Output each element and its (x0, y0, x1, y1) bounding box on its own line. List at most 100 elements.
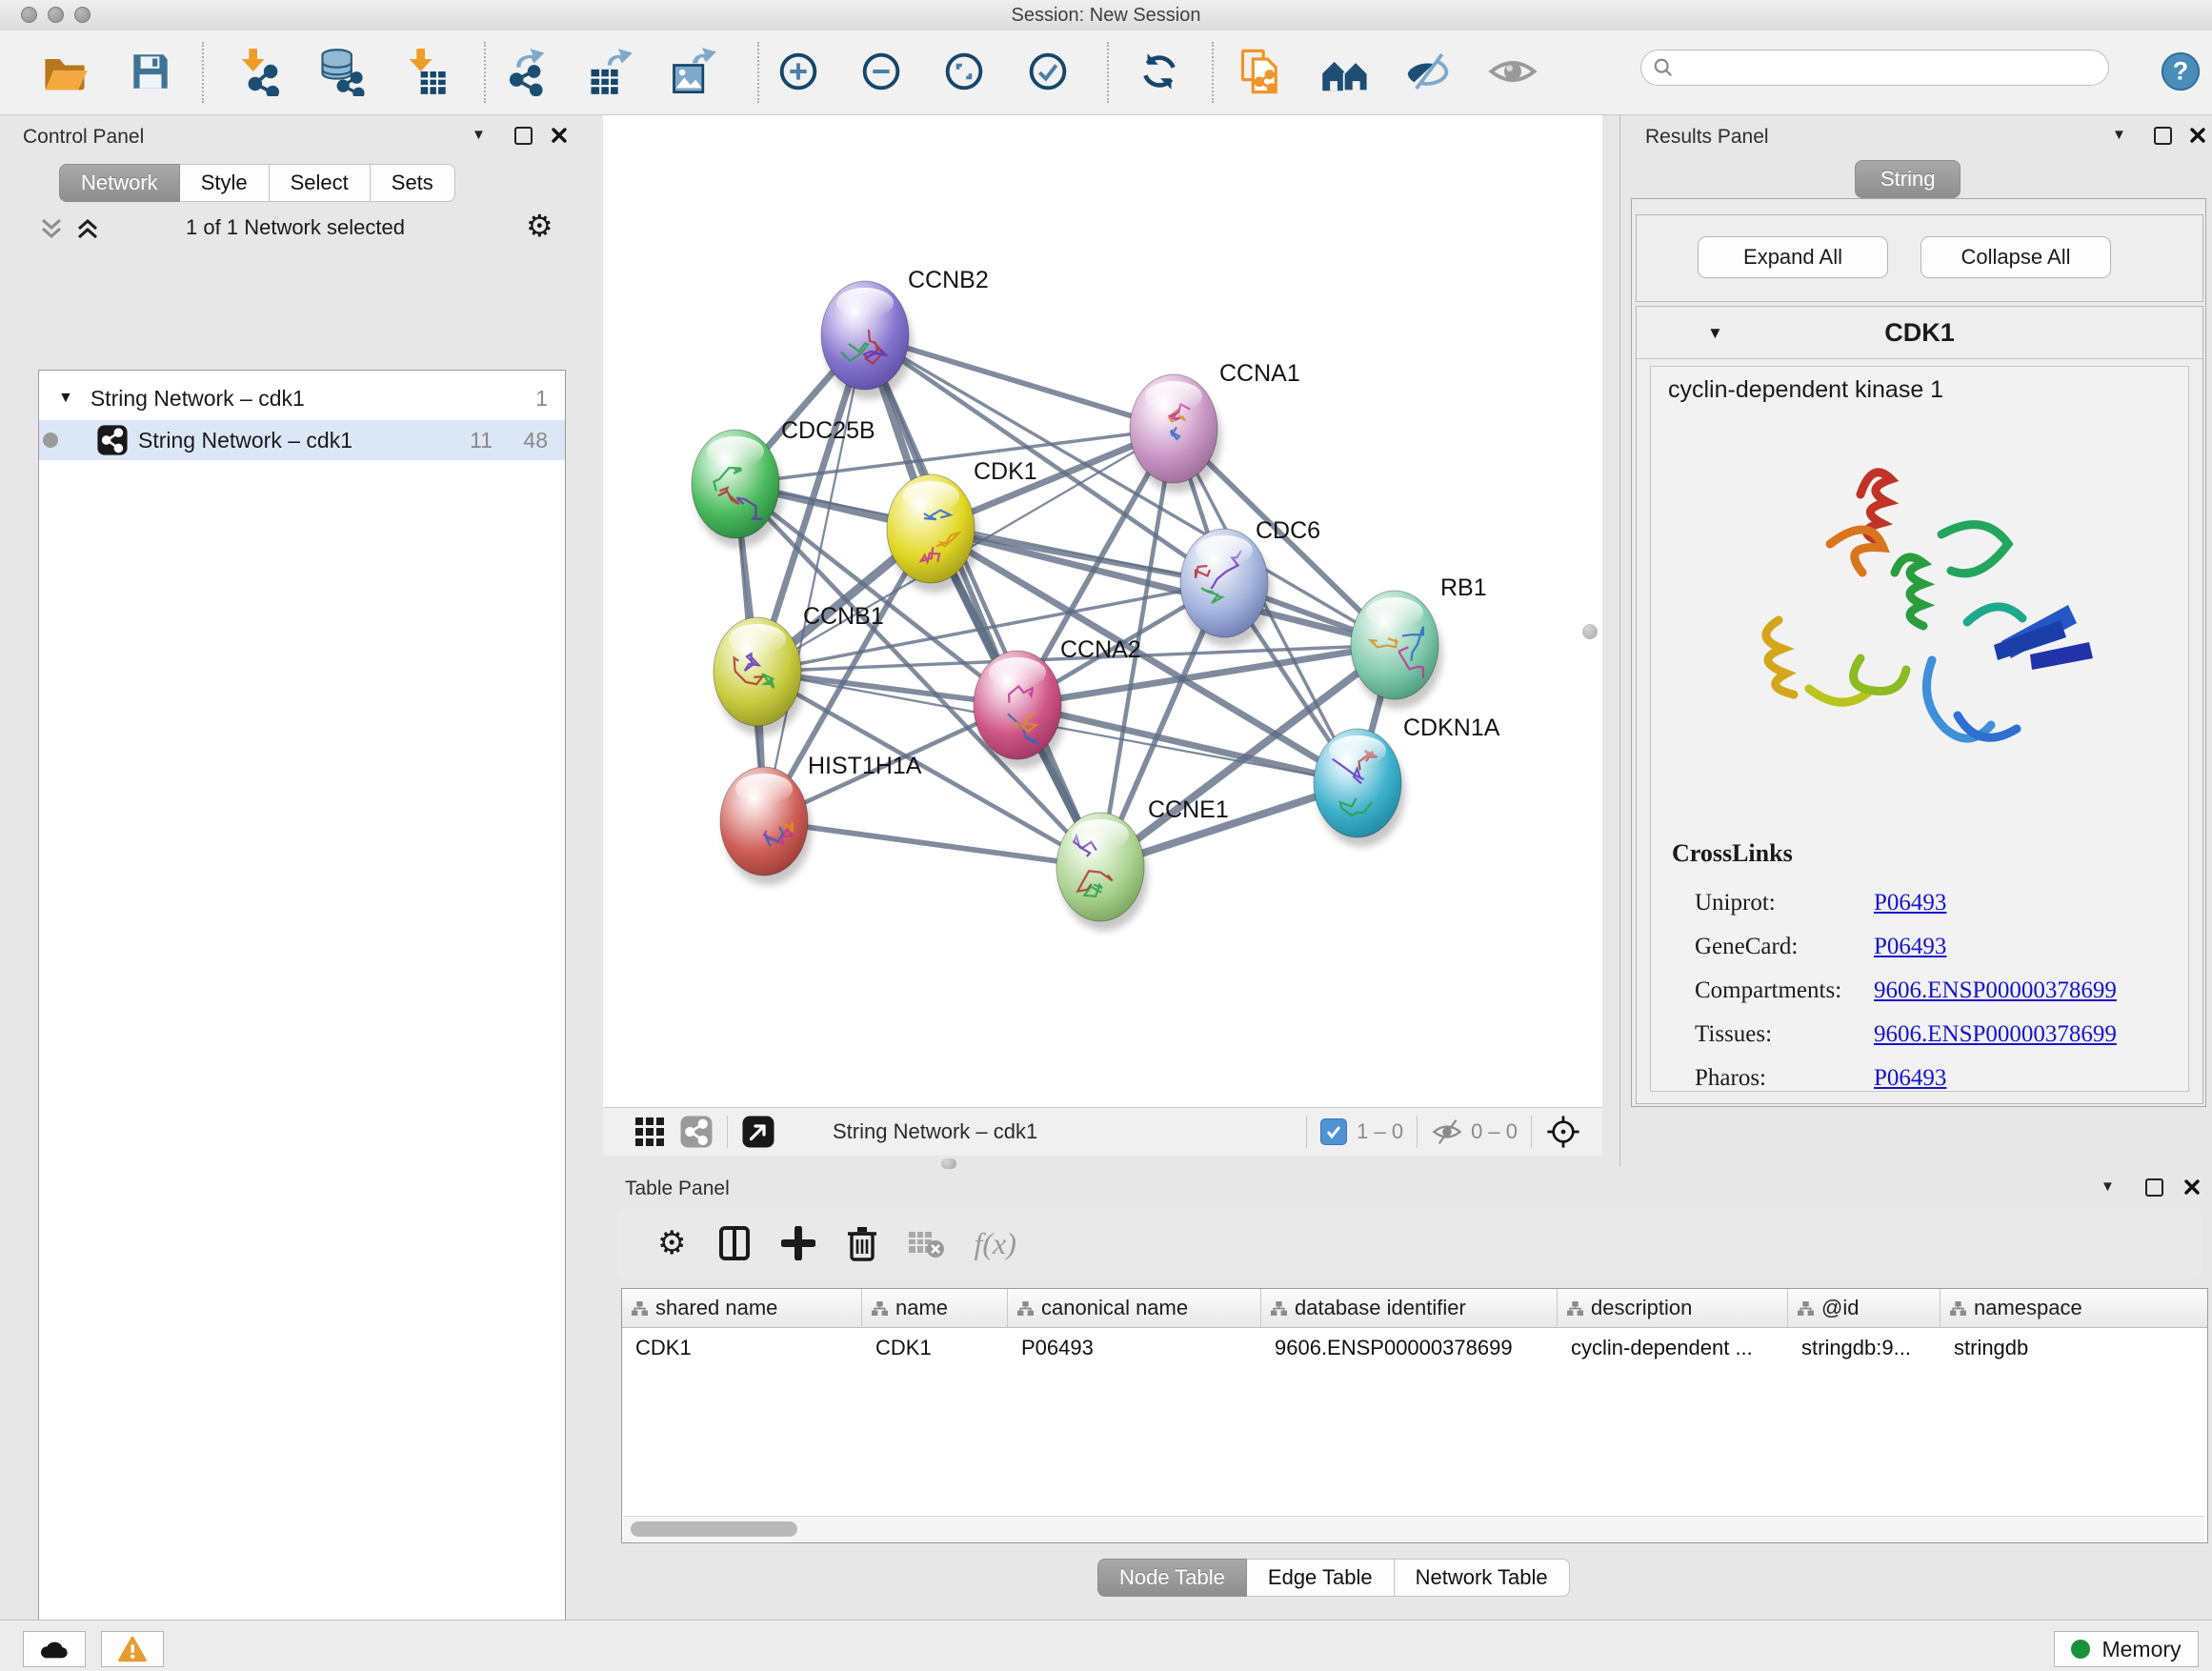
save-session-button[interactable] (123, 44, 178, 99)
open-session-button[interactable] (37, 44, 92, 99)
collection-expand-icon[interactable]: ▼ (58, 390, 73, 407)
tab-network-table[interactable]: Network Table (1395, 1559, 1570, 1597)
crosslink-link[interactable]: P06493 (1874, 934, 1946, 960)
network-node-CDC6[interactable] (1180, 529, 1272, 647)
network-node-RB1[interactable] (1351, 591, 1442, 709)
panel-menu-icon[interactable]: ▼ (2112, 127, 2126, 143)
toolbar-divider (1531, 1116, 1532, 1148)
table-cell[interactable]: CDK1 (862, 1328, 1008, 1364)
clone-network-button[interactable] (1234, 44, 1289, 99)
network-edge-CDK1-RB1[interactable] (931, 529, 1395, 645)
network-edge-HIST1H1A-CCNE1[interactable] (764, 821, 1100, 867)
column-header-label: database identifier (1295, 1296, 1466, 1320)
import-network-from-file-button[interactable] (230, 44, 285, 99)
show-hide-graphics-button[interactable] (1399, 44, 1455, 99)
crosslink-link[interactable]: P06493 (1874, 1065, 1946, 1092)
delete-column-trash-icon[interactable] (846, 1224, 878, 1262)
table-cell[interactable]: 9606.ENSP00000378699 (1261, 1328, 1558, 1364)
add-column-icon[interactable] (781, 1226, 815, 1260)
network-node-CDKN1A[interactable] (1314, 729, 1405, 847)
expand-all-networks-icon[interactable] (74, 217, 101, 240)
table-row[interactable]: CDK1CDK1P064939606.ENSP00000378699cyclin… (622, 1328, 2207, 1364)
zoom-in-button[interactable] (771, 44, 826, 99)
tab-sets[interactable]: Sets (371, 164, 455, 202)
collapse-all-networks-icon[interactable] (38, 217, 65, 240)
network-node-HIST1H1A[interactable] (720, 767, 812, 885)
export-table-button[interactable] (582, 44, 637, 99)
panel-float-icon[interactable] (2145, 1178, 2163, 1197)
memory-button[interactable]: Memory (2054, 1631, 2199, 1667)
tab-edge-table[interactable]: Edge Table (1247, 1559, 1395, 1597)
tab-network[interactable]: Network (59, 164, 180, 202)
crosslink-link[interactable]: 9606.ENSP00000378699 (1874, 1021, 2117, 1048)
network-options-gear-icon[interactable]: ⚙ (526, 208, 553, 244)
panel-float-icon[interactable] (2154, 127, 2172, 145)
tab-string[interactable]: String (1855, 160, 1961, 198)
help-button[interactable]: ? (2153, 44, 2208, 99)
grid-view-icon[interactable] (633, 1116, 666, 1148)
column-header-sharedname[interactable]: shared name (622, 1289, 862, 1327)
zoom-selected-button[interactable] (1020, 44, 1076, 99)
column-header-label: shared name (655, 1296, 777, 1320)
export-image-button[interactable] (665, 44, 720, 99)
table-options-gear-icon[interactable]: ⚙ (657, 1224, 686, 1262)
network-node-CCNA1[interactable] (1130, 374, 1221, 493)
column-header-name[interactable]: name (862, 1289, 1008, 1327)
table-panel-splitter-handle[interactable] (941, 1158, 956, 1169)
table-cell[interactable]: stringdb (1941, 1328, 2208, 1364)
table-cell[interactable]: cyclin-dependent ... (1558, 1328, 1788, 1364)
tab-node-table[interactable]: Node Table (1097, 1559, 1247, 1597)
hide-graphics-details-button[interactable] (1485, 44, 1540, 99)
column-header-id[interactable]: @id (1788, 1289, 1941, 1327)
network-edge-CCNB2-HIST1H1A[interactable] (764, 335, 865, 821)
zoom-out-button[interactable] (854, 44, 909, 99)
panel-close-icon[interactable] (2189, 127, 2206, 144)
crosslink-link[interactable]: P06493 (1874, 890, 1946, 916)
open-in-window-icon[interactable] (741, 1115, 775, 1149)
warnings-button[interactable] (101, 1631, 164, 1667)
show-columns-icon[interactable] (718, 1225, 751, 1261)
panel-float-icon[interactable] (514, 127, 533, 145)
toolbar-search-field[interactable] (1640, 50, 2109, 86)
table-cell[interactable]: CDK1 (622, 1328, 862, 1364)
results-panel-collapse-handle[interactable] (1578, 619, 1602, 644)
selected-items-checkbox[interactable] (1320, 1118, 1347, 1145)
column-header-namespace[interactable]: namespace (1941, 1289, 2208, 1327)
search-input[interactable] (1674, 56, 2078, 80)
network-node-CCNB1[interactable] (714, 617, 805, 735)
panel-close-icon[interactable] (2183, 1178, 2201, 1196)
tab-select[interactable]: Select (270, 164, 371, 202)
panel-close-icon[interactable] (551, 127, 568, 144)
table-cell[interactable]: stringdb:9... (1788, 1328, 1941, 1364)
expand-all-button[interactable]: Expand All (1698, 236, 1888, 278)
tab-style[interactable]: Style (180, 164, 270, 202)
collapse-all-button[interactable]: Collapse All (1920, 236, 2111, 278)
column-header-description[interactable]: description (1558, 1289, 1788, 1327)
string-view-icon[interactable] (679, 1115, 714, 1149)
import-table-from-file-button[interactable] (397, 44, 452, 99)
cloud-status-button[interactable] (23, 1631, 86, 1667)
scrollbar-thumb[interactable] (631, 1521, 797, 1537)
network-collection-row[interactable]: ▼ String Network – cdk1 1 (39, 378, 565, 418)
network-edge-CCNA2-CDKN1A[interactable] (1017, 705, 1357, 783)
network-node-CDK1[interactable] (887, 474, 978, 593)
panel-menu-icon[interactable]: ▼ (2101, 1178, 2115, 1195)
node-label-CCNB2: CCNB2 (908, 267, 989, 293)
table-cell[interactable]: P06493 (1008, 1328, 1261, 1364)
column-header-databaseidentifier[interactable]: database identifier (1261, 1289, 1558, 1327)
network-item-row[interactable]: String Network – cdk1 11 48 (39, 420, 565, 460)
import-network-from-database-button[interactable] (313, 44, 369, 99)
network-canvas[interactable]: CCNB2CCNA1CDC25BCDK1CDC6RB1CCNB1CCNA2CDK… (603, 115, 1602, 1107)
birds-eye-crosshair-icon[interactable] (1545, 1114, 1581, 1150)
network-node-CCNE1[interactable] (1056, 813, 1148, 931)
export-network-button[interactable] (499, 44, 554, 99)
zoom-fit-content-button[interactable] (936, 44, 992, 99)
home-style-button[interactable] (1318, 44, 1374, 99)
horizontal-scrollbar[interactable] (623, 1516, 2204, 1541)
control-panel: Control Panel ▼ Network Style Select Set… (0, 114, 572, 1620)
column-header-canonicalname[interactable]: canonical name (1008, 1289, 1261, 1327)
refresh-view-button[interactable] (1132, 44, 1187, 99)
network-node-CCNB2[interactable] (821, 281, 913, 399)
panel-menu-icon[interactable]: ▼ (472, 127, 486, 143)
crosslink-link[interactable]: 9606.ENSP00000378699 (1874, 977, 2117, 1004)
